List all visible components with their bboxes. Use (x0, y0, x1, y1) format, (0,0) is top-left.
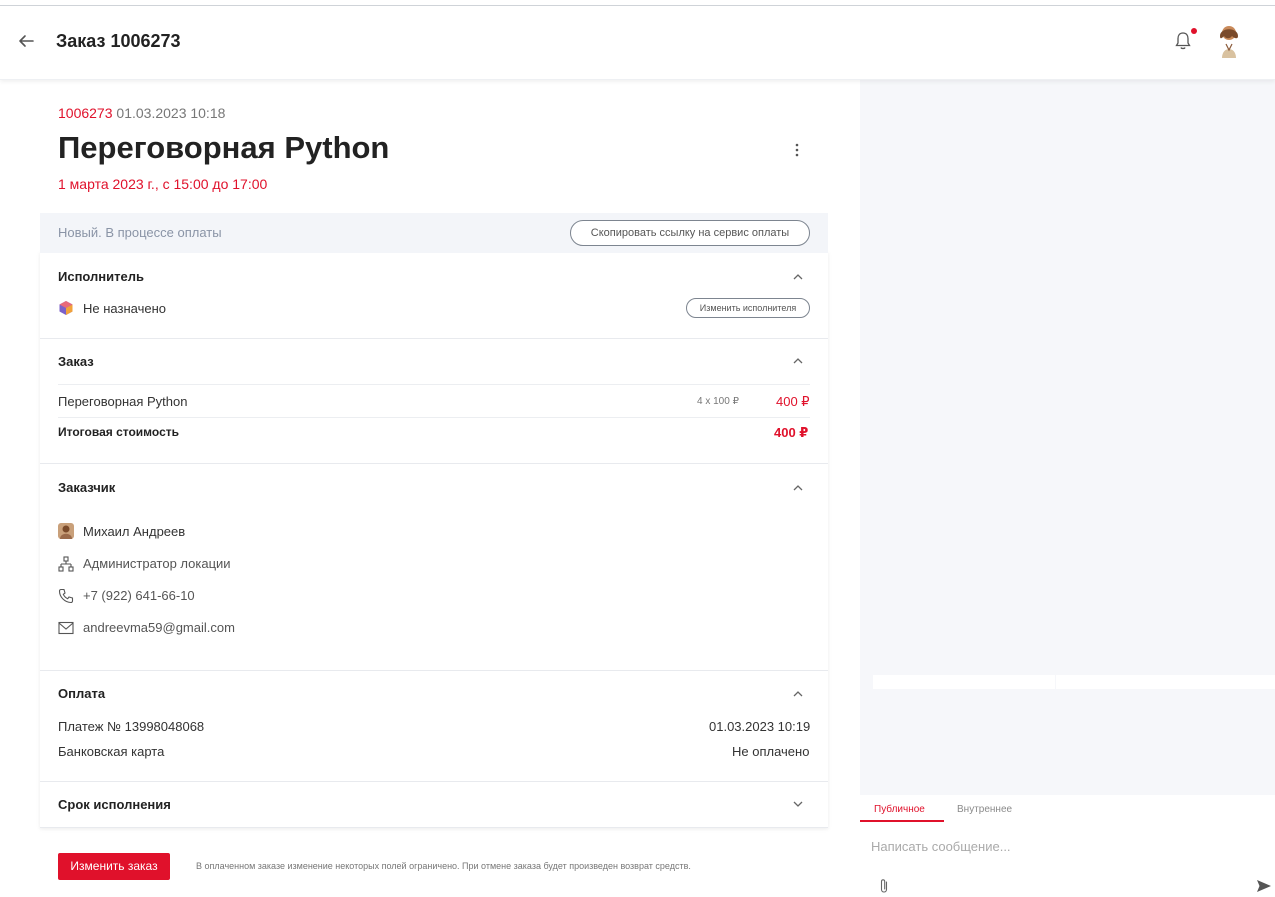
status-text: Новый. В процессе оплаты (58, 225, 222, 240)
executor-section: Исполнитель Не назначено Изменить исполн… (40, 253, 828, 339)
more-vertical-icon[interactable] (790, 140, 804, 160)
change-executor-button[interactable]: Изменить исполнителя (686, 298, 810, 318)
chat-divider (1056, 675, 1275, 689)
divider (58, 417, 810, 418)
payment-number: Платеж № 13998048068 (58, 719, 205, 734)
chat-divider (873, 675, 1055, 689)
notification-dot (1191, 28, 1197, 34)
section-title: Исполнитель (58, 269, 144, 284)
page-title: Заказ 1006273 (56, 31, 181, 51)
total-label: Итоговая стоимость (58, 425, 179, 439)
bell-icon[interactable] (1174, 31, 1192, 51)
back-arrow-icon[interactable] (16, 31, 36, 51)
send-icon[interactable] (1256, 879, 1272, 893)
chevron-up-icon[interactable] (792, 484, 804, 492)
phone-icon (58, 588, 74, 604)
change-order-button[interactable]: Изменить заказ (58, 853, 170, 880)
unassigned-icon (59, 301, 73, 315)
sitemap-icon (58, 556, 74, 572)
section-title: Оплата (58, 686, 106, 701)
payment-state: Не оплачено (732, 744, 810, 759)
message-input[interactable]: Написать сообщение... (871, 839, 1011, 854)
chevron-up-icon[interactable] (792, 273, 804, 281)
order-section: Заказ Переговорная Python 4 x 100 ₽ 400 … (40, 339, 828, 464)
order-meta: 1006273 01.03.2023 10:18 (58, 105, 225, 121)
executor-value: Не назначено (83, 301, 166, 316)
customer-role: Администратор локации (83, 556, 231, 571)
customer-phone: +7 (922) 641-66-10 (83, 588, 195, 603)
payment-date: 01.03.2023 10:19 (709, 719, 811, 734)
order-title: Переговорная Python (58, 130, 390, 165)
customer-email: andreevma59@gmail.com (83, 620, 235, 635)
window-top-edge (0, 0, 1275, 6)
order-number: 1006273 (58, 105, 113, 121)
customer-name: Михаил Андреев (83, 524, 186, 539)
mail-icon (58, 621, 74, 635)
section-title: Срок исполнения (58, 797, 171, 812)
active-tab-indicator (860, 820, 944, 822)
user-avatar[interactable] (1214, 24, 1244, 58)
status-bar: Новый. В процессе оплаты Скопировать ссы… (40, 213, 828, 253)
chevron-down-icon[interactable] (792, 800, 804, 808)
top-bar: Заказ 1006273 (0, 0, 1275, 80)
paperclip-icon[interactable] (878, 878, 890, 894)
order-item-calc: 4 x 100 ₽ (697, 396, 739, 407)
payment-section: Оплата Платеж № 13998048068 01.03.2023 1… (40, 671, 828, 782)
total-value: 400 ₽ (774, 425, 809, 440)
customer-section: Заказчик Михаил Андреев Администратор ло… (40, 464, 828, 671)
divider (58, 384, 810, 385)
order-item-price: 400 ₽ (776, 394, 810, 409)
order-schedule: 1 марта 2023 г., с 15:00 до 17:00 (58, 176, 268, 192)
footer-note: В оплаченном заказе изменение некоторых … (196, 861, 691, 871)
section-title: Заказ (58, 354, 94, 369)
tab-internal[interactable]: Внутреннее (957, 804, 1012, 815)
chevron-up-icon[interactable] (792, 690, 804, 698)
section-title: Заказчик (58, 480, 116, 495)
deadline-section[interactable]: Срок исполнения (40, 782, 828, 828)
message-tabs: Публичное Внутреннее (860, 796, 1275, 822)
payment-method: Банковская карта (58, 744, 165, 759)
order-datetime: 01.03.2023 10:18 (116, 105, 226, 121)
chevron-up-icon[interactable] (792, 357, 804, 365)
chat-history-panel (860, 80, 1275, 795)
customer-avatar (58, 523, 74, 539)
tab-public[interactable]: Публичное (874, 804, 925, 815)
order-item-name: Переговорная Python (58, 394, 188, 409)
copy-payment-link-button[interactable]: Скопировать ссылку на сервис оплаты (570, 220, 810, 246)
